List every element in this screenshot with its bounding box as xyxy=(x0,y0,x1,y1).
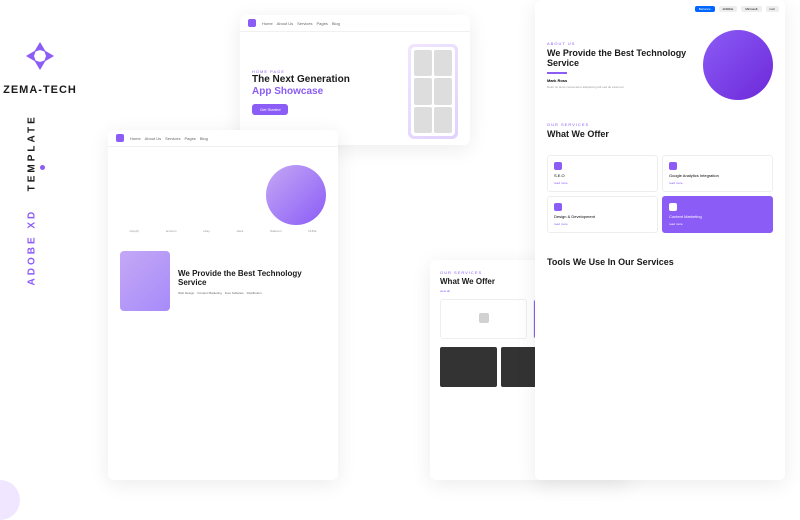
sidebar: ZEMA-TECH ADOBE XD TEMPLATE xyxy=(0,0,80,500)
tools-section: Tools We Use In Our Services xyxy=(535,243,785,279)
mockup-app-showcase: HomeAbout UsServicesPagesBlog HOME PAGE … xyxy=(240,15,470,145)
underline-accent xyxy=(547,72,567,74)
marketing-icon xyxy=(669,203,677,211)
hero-title: The Next GenerationApp Showcase xyxy=(252,74,398,98)
logo-icon xyxy=(24,40,56,72)
about-hero: ABOUT US We Provide the Best Technology … xyxy=(535,18,785,112)
mockup-services-page: Behance dribbble Microsoft mvc ABOUT US … xyxy=(535,0,785,480)
brand-text: ZEMA-TECH xyxy=(3,84,77,96)
nav-items[interactable]: HomeAbout UsServicesPagesBlog xyxy=(130,136,208,141)
phone-mockup xyxy=(408,44,458,139)
offer-card[interactable]: Google Analytics Integrationread more xyxy=(662,155,773,192)
nav-logo-icon xyxy=(116,134,124,142)
design-icon xyxy=(554,203,562,211)
seo-icon xyxy=(554,162,562,170)
service-card[interactable] xyxy=(440,299,527,339)
tools-title: Tools We Use In Our Services xyxy=(547,257,773,267)
service-tags: Web DesignContent MarketingFree Software… xyxy=(178,291,326,295)
hero-person-image xyxy=(266,165,326,225)
about-desc: Dolor sit amet consectetur adipisicing e… xyxy=(547,85,693,89)
about-title: We Provide the Best Technology Service xyxy=(178,269,326,287)
nav-bar: HomeAbout UsServicesPagesBlog xyxy=(240,15,470,32)
offer-label: OUR SERVICES xyxy=(547,122,773,127)
nav-bar: HomeAbout UsServicesPagesBlog xyxy=(108,130,338,147)
vertical-label: ADOBE XD TEMPLATE xyxy=(27,114,38,285)
offer-grid: S.E.Oread more Google Analytics Integrat… xyxy=(535,155,785,233)
service-icon xyxy=(479,313,489,323)
offer-card[interactable]: Design & Developmentread more xyxy=(547,196,658,233)
offer-card-active[interactable]: Content Marketingread more xyxy=(662,196,773,233)
about-section: We Provide the Best Technology Service W… xyxy=(108,241,338,321)
partner-badges: Behance dribbble Microsoft mvc xyxy=(535,0,785,18)
about-label: ABOUT US xyxy=(547,41,693,46)
author-name: Mark Ross xyxy=(547,78,693,83)
offer-card[interactable]: S.E.Oread more xyxy=(547,155,658,192)
analytics-icon xyxy=(669,162,677,170)
nav-logo-icon xyxy=(248,19,256,27)
mockup-canvas: HomeAbout UsServicesPagesBlog HOME PAGE … xyxy=(90,0,800,500)
offer-title: What We Offer xyxy=(547,129,773,139)
about-person-image xyxy=(703,30,773,100)
about-image xyxy=(120,251,170,311)
about-title: We Provide the Best Technology Service xyxy=(547,48,693,68)
accent-dot xyxy=(40,165,45,170)
mockup-homepage: HomeAbout UsServicesPagesBlog shopifyama… xyxy=(108,130,338,480)
cta-button[interactable]: Get Started xyxy=(252,104,288,115)
nav-items[interactable]: HomeAbout UsServicesPagesBlog xyxy=(262,21,340,26)
